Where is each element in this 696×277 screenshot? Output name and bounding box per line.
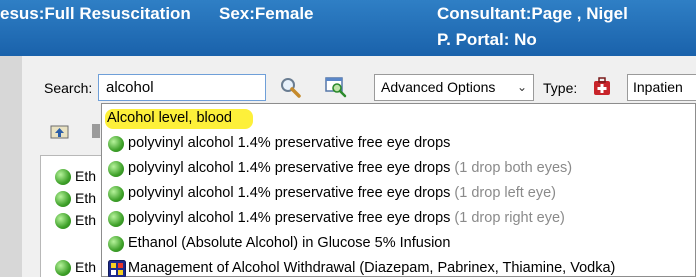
green-dot-icon: [108, 161, 124, 177]
search-input[interactable]: [98, 74, 266, 101]
chevron-down-icon: ⌄: [516, 80, 527, 94]
suggestion-item[interactable]: polyvinyl alcohol 1.4% preservative free…: [102, 156, 696, 181]
suggestion-item[interactable]: polyvinyl alcohol 1.4% preservative free…: [102, 131, 696, 156]
suggestion-text: Alcohol level, blood: [107, 110, 232, 126]
panel-side-strip: [0, 56, 22, 277]
suggestion-text-wrap: polyvinyl alcohol 1.4% preservative free…: [128, 185, 556, 201]
suggestion-text: polyvinyl alcohol 1.4% preservative free…: [128, 185, 451, 201]
suggestion-text: Ethanol (Absolute Alcohol) in Glucose 5%…: [128, 235, 451, 251]
advanced-options-select[interactable]: Advanced Options ⌄: [374, 74, 534, 101]
folder-up-icon[interactable]: [50, 122, 70, 140]
green-dot-icon: [108, 236, 124, 252]
advanced-options-label: Advanced Options: [381, 79, 496, 95]
suggestion-text: Management of Alcohol Withdrawal (Diazep…: [128, 260, 616, 276]
type-label: Type:: [543, 80, 578, 96]
suggestion-item[interactable]: polyvinyl alcohol 1.4% preservative free…: [102, 181, 696, 206]
patient-banner: esus:Full Resuscitation Sex:Female Consu…: [0, 0, 696, 56]
suggestion-text-wrap: polyvinyl alcohol 1.4% preservative free…: [128, 135, 450, 151]
suggestion-text-wrap: polyvinyl alcohol 1.4% preservative free…: [128, 160, 572, 176]
suggestion-hint: (1 drop left eye): [450, 185, 556, 201]
patient-sex: Sex:Female: [219, 4, 314, 23]
result-label: Eth: [75, 212, 97, 228]
order-search-window: esus:Full Resuscitation Sex:Female Consu…: [0, 0, 696, 277]
resuscitation-status: esus:Full Resuscitation: [0, 4, 191, 23]
consultant-name: Consultant:Page , Nigel: [437, 4, 628, 23]
suggestion-text: polyvinyl alcohol 1.4% preservative free…: [128, 210, 451, 226]
green-dot-icon: [55, 169, 71, 185]
green-dot-icon: [55, 260, 71, 276]
search-preview-icon[interactable]: [324, 76, 348, 98]
green-dot-icon: [108, 211, 124, 227]
suggestion-hint: (1 drop right eye): [450, 210, 565, 226]
suggestion-item[interactable]: polyvinyl alcohol 1.4% preservative free…: [102, 206, 696, 231]
suggestion-item[interactable]: Alcohol level, blood: [102, 106, 696, 131]
search-label: Search:: [44, 80, 93, 96]
first-aid-kit-icon: [594, 77, 610, 95]
suggestion-item[interactable]: Ethanol (Absolute Alcohol) in Glucose 5%…: [102, 231, 696, 256]
suggestion-text-wrap: polyvinyl alcohol 1.4% preservative free…: [128, 210, 565, 226]
result-label: Eth: [75, 168, 97, 184]
patient-portal-status: P. Portal: No: [437, 30, 537, 49]
encounter-type-value: Inpatien: [633, 79, 683, 95]
green-dot-icon: [108, 136, 124, 152]
search-icon[interactable]: [279, 76, 301, 98]
care-pathway-icon: [108, 260, 126, 277]
green-dot-icon: [55, 213, 71, 229]
search-suggestions-dropdown: Alcohol level, blood polyvinyl alcohol 1…: [101, 103, 696, 277]
suggestion-text: polyvinyl alcohol 1.4% preservative free…: [128, 160, 451, 176]
suggestion-item[interactable]: Management of Alcohol Withdrawal (Diazep…: [102, 256, 696, 277]
suggestion-text: polyvinyl alcohol 1.4% preservative free…: [128, 135, 451, 151]
toolbar-button-partial[interactable]: [92, 124, 100, 138]
green-dot-icon: [55, 191, 71, 207]
suggestion-hint: (1 drop both eyes): [450, 160, 573, 176]
result-label: Eth: [75, 190, 97, 206]
encounter-type-select[interactable]: Inpatien: [627, 74, 696, 101]
green-dot-icon: [108, 186, 124, 202]
result-label: Eth: [75, 259, 97, 275]
